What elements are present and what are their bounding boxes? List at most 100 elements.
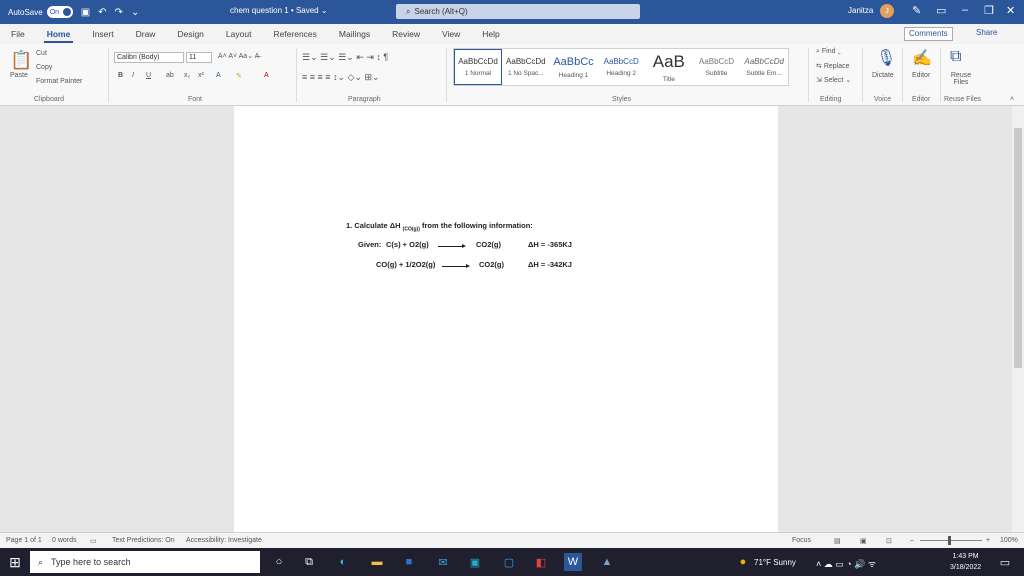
document-page[interactable]: 1. Calculate ΔH (CO(g)) from the followi… xyxy=(234,106,778,532)
file-explorer-icon[interactable]: ▬ xyxy=(368,553,386,571)
zoom-out-icon[interactable]: – xyxy=(910,537,914,544)
paste-button[interactable]: Paste xyxy=(10,72,28,79)
office-icon[interactable]: ◧ xyxy=(532,553,550,571)
bullets-icon[interactable]: ☰⌄ ☰⌄ ☰⌄ ⇤ ⇥ ↕ ¶ xyxy=(302,52,388,63)
dictate-button[interactable]: Dictate xyxy=(872,72,894,79)
tab-references[interactable]: References xyxy=(262,24,327,44)
reuse-files-icon[interactable]: ⧉ xyxy=(950,48,961,66)
replace-button[interactable]: ⇆ Replace xyxy=(816,62,850,70)
accessibility-status[interactable]: Accessibility: Investigate xyxy=(186,537,262,544)
highlight-icon[interactable]: ✎ xyxy=(236,72,242,80)
bold-icon[interactable]: B xyxy=(118,72,123,79)
user-name[interactable]: Janitza xyxy=(848,6,873,15)
tab-home[interactable]: Home xyxy=(36,24,82,44)
zoom-level[interactable]: 100% xyxy=(1000,537,1018,544)
taskbar-search[interactable]: ⌕ Type here to search xyxy=(30,551,260,573)
copy-button[interactable]: Copy xyxy=(36,64,52,71)
scrollbar-thumb[interactable] xyxy=(1014,128,1022,368)
web-layout-icon[interactable]: ⊡ xyxy=(886,537,892,545)
cut-button[interactable]: Cut xyxy=(36,50,47,57)
focus-button[interactable]: Focus xyxy=(792,537,811,544)
weather-text[interactable]: 71°F Sunny xyxy=(754,558,796,567)
print-layout-icon[interactable]: ▣ xyxy=(860,537,867,545)
word-count[interactable]: 0 words xyxy=(52,537,77,544)
paste-icon[interactable]: 📋 xyxy=(10,50,32,71)
tab-design[interactable]: Design xyxy=(166,24,214,44)
cortana-icon[interactable]: ○ xyxy=(270,553,288,571)
style-heading-1[interactable]: AaBbCc Heading 1 xyxy=(550,49,598,85)
tab-help[interactable]: Help xyxy=(471,24,510,44)
superscript-icon[interactable]: x² xyxy=(198,72,204,79)
font-color-icon[interactable]: A xyxy=(264,72,269,79)
text-effects-icon[interactable]: A xyxy=(216,72,221,79)
tab-mailings[interactable]: Mailings xyxy=(328,24,381,44)
tray-icons[interactable]: ˄ ☁ ▭ ◔ 🔊 ᯤ xyxy=(816,557,876,570)
font-family-select[interactable]: Calibri (Body) xyxy=(114,52,184,63)
tab-draw[interactable]: Draw xyxy=(125,24,167,44)
italic-icon[interactable]: I xyxy=(132,72,134,79)
subscript-icon[interactable]: x₂ xyxy=(184,72,190,79)
zoom-in-icon[interactable]: + xyxy=(986,537,990,544)
style-title[interactable]: AaB Title xyxy=(645,49,693,85)
avatar[interactable]: J xyxy=(880,4,894,18)
style-no-spacing[interactable]: AaBbCcDd 1 No Spac... xyxy=(502,49,550,85)
grow-font-icon[interactable]: A˄ A˅ Aa⌄ A̶ xyxy=(218,52,259,60)
pen-icon[interactable]: ✎ xyxy=(912,4,921,17)
word-icon[interactable]: W xyxy=(564,553,582,571)
teams-icon[interactable]: ▣ xyxy=(466,553,484,571)
taskbar: ⊞ ⌕ Type here to search ○ ⧉ ◐ ▬ ■ ✉ ▣ ▢ … xyxy=(0,548,1024,576)
microphone-icon[interactable]: 🎙 xyxy=(876,48,896,68)
mail-icon[interactable]: ✉ xyxy=(434,553,452,571)
autosave-toggle[interactable]: On xyxy=(46,6,73,18)
zoom-slider-thumb[interactable] xyxy=(948,536,951,545)
store-icon[interactable]: ■ xyxy=(400,553,418,571)
editor-button[interactable]: Editor xyxy=(912,72,930,79)
reuse-files-button[interactable]: Reuse Files xyxy=(946,72,976,86)
notifications-icon[interactable]: ▭ xyxy=(996,553,1014,571)
editor-icon[interactable]: ✍ xyxy=(912,48,932,68)
page-count[interactable]: Page 1 of 1 xyxy=(6,537,42,544)
style-subtle-emphasis[interactable]: AaBbCcDd Subtle Em... xyxy=(740,49,788,85)
comments-button[interactable]: Comments xyxy=(904,27,953,41)
find-button[interactable]: ⌕ Find ⌄ xyxy=(816,48,841,56)
tab-review[interactable]: Review xyxy=(381,24,431,44)
edge-icon[interactable]: ◐ xyxy=(334,553,352,571)
styles-gallery[interactable]: AaBbCcDd 1 Normal AaBbCcDd 1 No Spac... … xyxy=(453,48,789,86)
proofing-icon[interactable]: ▭ xyxy=(90,537,97,545)
text-predictions[interactable]: Text Predictions: On xyxy=(112,537,175,544)
tab-insert[interactable]: Insert xyxy=(81,24,124,44)
ribbon-display-icon[interactable]: ▭ xyxy=(936,4,946,17)
vertical-scrollbar[interactable] xyxy=(1012,106,1024,532)
zoom-slider[interactable] xyxy=(920,540,982,541)
autosave[interactable]: AutoSave On xyxy=(8,6,73,18)
font-size-select[interactable]: 11 xyxy=(186,52,212,63)
undo-icon[interactable]: ↶ xyxy=(98,7,106,18)
redo-icon[interactable]: ↷ xyxy=(115,7,123,18)
style-subtitle[interactable]: AaBbCcD Subtitle xyxy=(693,49,741,85)
search-box[interactable]: ⌕ Search (Alt+Q) xyxy=(396,4,640,19)
collapse-ribbon-icon[interactable]: ˄ xyxy=(1010,96,1014,103)
strikethrough-icon[interactable]: ab xyxy=(166,72,174,79)
customize-toolbar-icon[interactable]: ⌄ xyxy=(131,7,139,18)
clock[interactable]: 1:43 PM 3/18/2022 xyxy=(950,551,981,573)
tab-layout[interactable]: Layout xyxy=(215,24,263,44)
share-button[interactable]: Share xyxy=(972,27,1001,41)
save-icon[interactable]: ▣ xyxy=(81,7,90,18)
maximize-icon[interactable]: ❐ xyxy=(984,4,994,17)
windows-start-icon[interactable]: ⊞ xyxy=(6,553,24,571)
tab-file[interactable]: File xyxy=(0,24,36,44)
photos-icon[interactable]: ▲ xyxy=(598,553,616,571)
close-icon[interactable]: ✕ xyxy=(1006,4,1015,17)
underline-icon[interactable]: U xyxy=(146,72,151,79)
app-icon[interactable]: ▢ xyxy=(500,553,518,571)
style-normal[interactable]: AaBbCcDd 1 Normal xyxy=(454,49,502,85)
minimize-icon[interactable]: – xyxy=(962,4,968,16)
task-view-icon[interactable]: ⧉ xyxy=(300,553,318,571)
align-icon[interactable]: ≡ ≡ ≡ ≡ ↕⌄ ◇⌄ ⊞⌄ xyxy=(302,72,380,83)
select-button[interactable]: ⇲ Select ⌄ xyxy=(816,76,851,84)
format-painter-button[interactable]: Format Painter xyxy=(36,78,82,85)
tab-view[interactable]: View xyxy=(431,24,471,44)
read-mode-icon[interactable]: ▤ xyxy=(834,537,841,545)
style-heading-2[interactable]: AaBbCcD Heading 2 xyxy=(597,49,645,85)
document-title[interactable]: chem question 1 • Saved ⌄ xyxy=(230,6,328,15)
